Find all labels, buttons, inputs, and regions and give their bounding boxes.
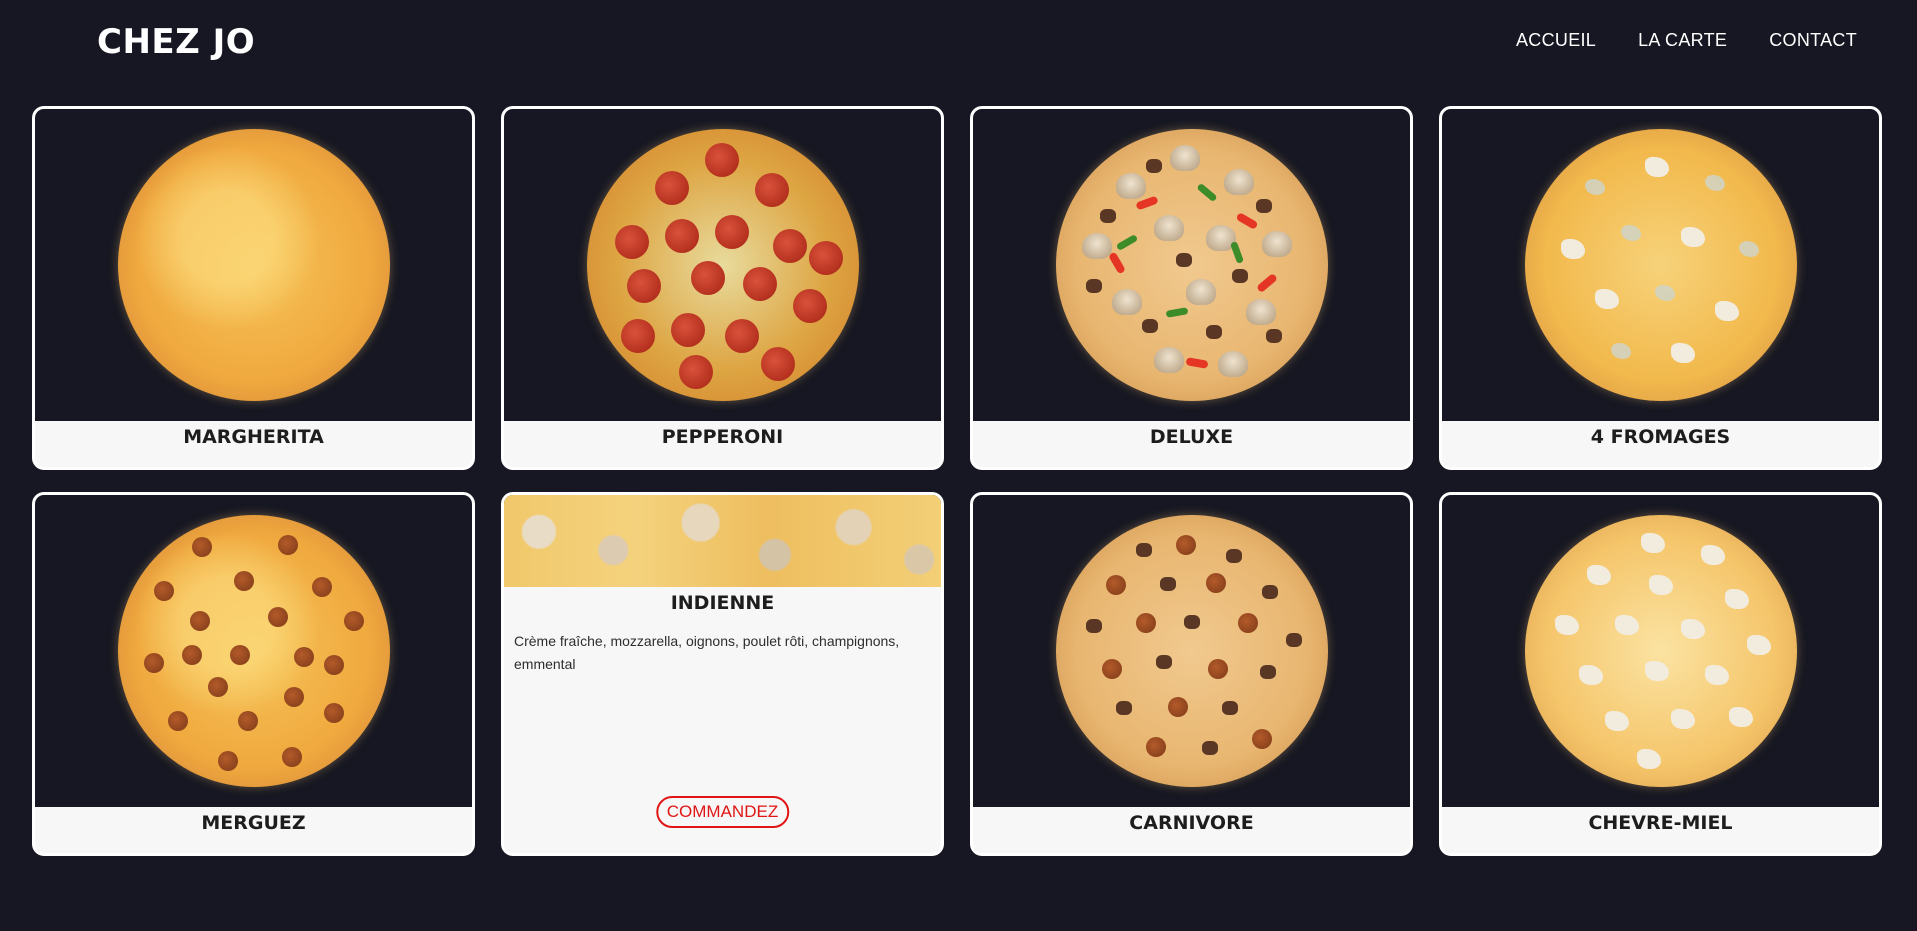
pizza-image-frame bbox=[35, 109, 472, 421]
pizza-card-indienne[interactable]: INDIENNE Crème fraîche, mozzarella, oign… bbox=[501, 492, 944, 856]
pizza-title: 4 FROMAGES bbox=[1590, 426, 1731, 448]
pizza-card-chevre-miel[interactable]: CHEVRE-MIEL bbox=[1439, 492, 1882, 856]
pizza-card-deluxe[interactable]: DELUXE bbox=[970, 106, 1413, 470]
pizza-description: Crème fraîche, mozzarella, oignons, poul… bbox=[514, 633, 900, 672]
nav-link-la-carte[interactable]: LA CARTE bbox=[1638, 30, 1727, 51]
pizza-title: DELUXE bbox=[1149, 426, 1234, 448]
pizza-card-pepperoni[interactable]: PEPPERONI bbox=[501, 106, 944, 470]
pizza-title: PEPPERONI bbox=[661, 426, 784, 448]
pizza-image-frame bbox=[973, 109, 1410, 421]
pizza-card-margherita[interactable]: MARGHERITA bbox=[32, 106, 475, 470]
pizza-image-frame bbox=[504, 495, 941, 587]
pizza-pepperoni-image bbox=[586, 129, 859, 401]
pizza-title: MARGHERITA bbox=[183, 426, 324, 448]
order-button[interactable]: COMMANDEZ bbox=[655, 796, 790, 828]
pizza-image-frame bbox=[1442, 495, 1879, 807]
pizza-title: CARNIVORE bbox=[1129, 812, 1254, 834]
pizza-carnivore-image bbox=[1055, 515, 1328, 787]
pizza-card-4-fromages[interactable]: 4 FROMAGES bbox=[1439, 106, 1882, 470]
pizza-title: INDIENNE bbox=[670, 592, 775, 614]
pizza-4-fromages-image bbox=[1524, 129, 1797, 401]
nav-link-accueil[interactable]: ACCUEIL bbox=[1516, 30, 1596, 51]
pizza-image-frame bbox=[973, 495, 1410, 807]
pizza-chevre-miel-image bbox=[1524, 515, 1797, 787]
pizza-card-merguez[interactable]: MERGUEZ bbox=[32, 492, 475, 856]
main-nav: ACCUEIL LA CARTE CONTACT bbox=[1516, 30, 1857, 51]
pizza-image-frame bbox=[1442, 109, 1879, 421]
nav-link-contact[interactable]: CONTACT bbox=[1769, 30, 1857, 51]
site-header: CHEZ JO ACCUEIL LA CARTE CONTACT bbox=[0, 0, 1917, 84]
pizza-image-frame bbox=[35, 495, 472, 807]
pizza-title: MERGUEZ bbox=[201, 812, 306, 834]
pizza-title: CHEVRE-MIEL bbox=[1588, 812, 1733, 834]
pizza-image-frame bbox=[504, 109, 941, 421]
pizza-grid: MARGHERITA PEPPERONI DELUXE 4 FROMAGES M… bbox=[32, 106, 1882, 856]
pizza-deluxe-image bbox=[1055, 129, 1328, 401]
pizza-indienne-banner-image bbox=[504, 495, 941, 587]
pizza-merguez-image bbox=[117, 515, 390, 787]
pizza-card-carnivore[interactable]: CARNIVORE bbox=[970, 492, 1413, 856]
pizza-margherita-image bbox=[117, 129, 390, 401]
site-logo[interactable]: CHEZ JO bbox=[97, 22, 255, 62]
